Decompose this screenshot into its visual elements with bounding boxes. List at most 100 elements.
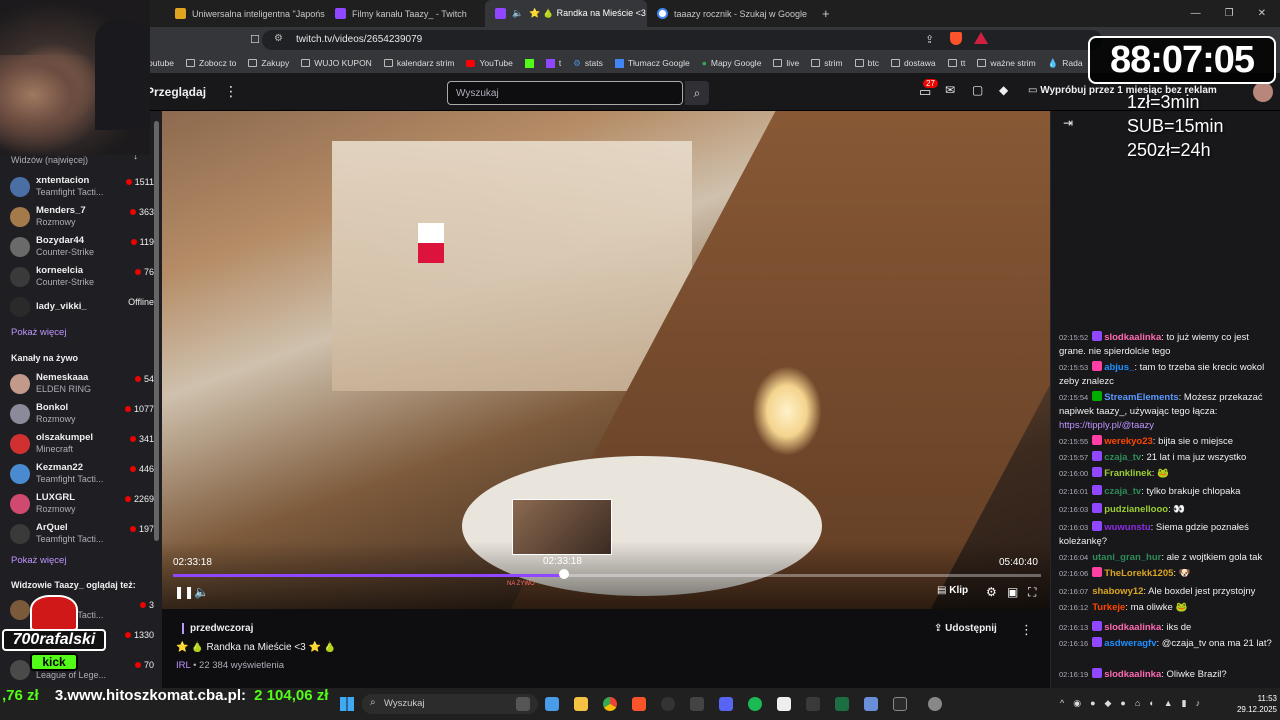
chrome-icon[interactable] <box>603 697 617 711</box>
bookmark-item[interactable]: dostawa <box>890 58 936 68</box>
bookmark-item[interactable]: live <box>773 58 799 68</box>
collapse-chat-icon[interactable]: ⇥ <box>1063 116 1073 130</box>
chat-username[interactable]: Turkeje <box>1092 602 1125 613</box>
browser-tab-2[interactable]: Filmy kanału Taazy_ - Twitch <box>325 0 485 27</box>
chat-username[interactable]: asdweragfv <box>1104 638 1156 649</box>
bookmark-item[interactable]: Zakupy <box>248 58 289 68</box>
chat-username[interactable]: shabowy12 <box>1092 586 1143 597</box>
chat-username[interactable]: StreamElements <box>1104 392 1178 403</box>
mail-icon[interactable]: ✉ <box>945 83 955 97</box>
bookmark-item[interactable]: Zobocz to <box>186 58 236 68</box>
app-icon[interactable] <box>690 697 704 711</box>
chat-username[interactable]: werekyo23 <box>1104 436 1153 447</box>
category-link[interactable]: IRL <box>176 660 190 671</box>
app-icon[interactable] <box>777 697 791 711</box>
discord-icon[interactable] <box>719 697 733 711</box>
pause-icon[interactable]: ❚❚ <box>174 585 194 599</box>
sidebar-scrollbar[interactable] <box>154 121 159 541</box>
sidebar-channel[interactable]: ArQuel Teamfight Tacti... 197 <box>8 520 154 548</box>
chat-username[interactable]: TheLorekk1205 <box>1104 568 1173 579</box>
settings-icon[interactable]: ⚙ <box>986 585 997 599</box>
browser-tab-active[interactable]: 🔈⭐️ 🍐 Randka na Mieście <3 🌓✕ <box>485 0 647 27</box>
brave-icon[interactable] <box>632 697 646 711</box>
seek-bar[interactable] <box>173 574 1041 577</box>
bookmark-item[interactable]: strim <box>811 58 843 68</box>
show-more-followed[interactable]: Pokaż więcej <box>11 327 66 338</box>
app-icon[interactable] <box>864 697 878 711</box>
chat-username[interactable]: pudzianellooo <box>1104 504 1168 515</box>
settings-icon[interactable] <box>928 697 942 711</box>
maximize-icon[interactable]: ❐ <box>1225 8 1234 19</box>
share-button[interactable]: ⇪ Udostępnij <box>934 623 997 634</box>
chat-username[interactable]: abjus_ <box>1104 362 1134 373</box>
more-menu-icon[interactable]: ⋮ <box>224 83 238 100</box>
bookmark-item[interactable] <box>524 58 534 68</box>
sidebar-channel[interactable]: korneelcia Counter-Strike 76 <box>8 263 154 291</box>
bookmark-item[interactable]: 💧 Rada <box>1048 58 1083 69</box>
window-close-icon[interactable]: ✕ <box>1258 8 1266 19</box>
file-explorer-icon[interactable] <box>574 697 588 711</box>
search-icon[interactable]: ⌕ <box>685 81 709 105</box>
bookmark-item[interactable]: YouTube <box>466 58 513 68</box>
sidebar-channel[interactable]: lady_vikki_ Offline <box>8 293 154 321</box>
clip-button[interactable]: ▤ Klip <box>937 585 968 596</box>
chat-username[interactable]: utani_gran_hur <box>1092 552 1161 563</box>
obs-icon[interactable] <box>661 697 675 711</box>
browser-tab-1[interactable]: Uniwersalna inteligentna "Japońska" <box>165 0 325 27</box>
new-tab-button[interactable]: + <box>812 0 840 27</box>
bookmark-item[interactable]: t <box>545 58 561 68</box>
more-options-icon[interactable]: ⋮ <box>1020 622 1033 638</box>
bookmark-icon[interactable]: ☐ <box>250 33 260 46</box>
speaker-icon[interactable]: 🔈 <box>512 8 523 19</box>
browse-link[interactable]: Przeglądaj <box>146 85 206 99</box>
app-icon[interactable] <box>806 697 820 711</box>
task-view-icon[interactable] <box>516 697 530 711</box>
chat-username[interactable]: slodkaalinka <box>1104 622 1161 633</box>
minimize-icon[interactable]: — <box>1191 8 1201 19</box>
bookmark-item[interactable]: tt <box>947 58 965 68</box>
chat-username[interactable]: slodkaalinka <box>1104 669 1161 680</box>
theatre-mode-icon[interactable]: ▣ <box>1007 585 1018 599</box>
bookmark-item[interactable]: ● Mapy Google <box>702 58 762 68</box>
sidebar-channel[interactable]: Nemeskaaa ELDEN RING 54 <box>8 370 154 398</box>
browser-tab-4[interactable]: taaazy rocznik - Szukaj w Google✕ <box>647 0 812 27</box>
brave-rewards-icon[interactable] <box>974 32 988 44</box>
chat-username[interactable]: czaja_tv <box>1104 486 1141 497</box>
sidebar-channel[interactable]: Bozydar44 Counter-Strike 119 <box>8 233 154 261</box>
whispers-icon[interactable]: ▢ <box>972 83 983 97</box>
chat-username[interactable]: Franklinek <box>1104 468 1152 479</box>
system-tray[interactable]: ^◉●◆●⌂◐▲▮♪ <box>1060 698 1209 709</box>
sidebar-channel[interactable]: Kezman22 Teamfight Tacti... 446 <box>8 460 154 488</box>
taskbar-search[interactable]: ⌕ Wyszukaj <box>362 694 538 714</box>
app-icon[interactable] <box>893 697 907 711</box>
search-input[interactable]: Wyszukaj <box>447 81 683 105</box>
bookmark-item[interactable]: kalendarz strim <box>383 58 454 68</box>
show-more-live[interactable]: Pokaż więcej <box>11 555 66 566</box>
sidebar-channel[interactable]: Menders_7 Rozmowy 363 <box>8 203 154 231</box>
sidebar-channel[interactable]: Bonkol Rozmowy 1077 <box>8 400 154 428</box>
brave-shield-icon[interactable] <box>950 32 962 45</box>
bookmark-item[interactable]: Tłumacz Google <box>614 58 690 68</box>
windows-start-icon[interactable] <box>340 697 354 711</box>
volume-icon[interactable]: 🔈 <box>194 585 209 599</box>
sidebar-channel[interactable]: LUXGRL Rozmowy 2269 <box>8 490 154 518</box>
fullscreen-icon[interactable]: ⛶ <box>1028 585 1036 600</box>
bookmark-item[interactable]: ważne strim <box>977 58 1036 68</box>
site-info-icon[interactable]: ⚙ <box>274 33 283 44</box>
spotify-icon[interactable] <box>748 697 762 711</box>
excel-icon[interactable] <box>835 697 849 711</box>
sidebar-channel[interactable]: olszakumpel Minecraft 341 <box>8 430 154 458</box>
share-page-icon[interactable]: ⇪ <box>925 33 934 46</box>
video-player[interactable]: 02:33:18 02:33:18 05:40:40 NA ŻYWO ❚❚ 🔈 … <box>162 111 1050 609</box>
widgets-icon[interactable] <box>545 697 559 711</box>
chat-username[interactable]: slodkaalinka <box>1104 332 1161 343</box>
chat-username[interactable]: wuwunstu <box>1104 522 1150 533</box>
chat-username[interactable]: czaja_tv <box>1104 452 1141 463</box>
bookmark-item[interactable]: btc <box>854 58 879 68</box>
bookmark-item[interactable]: outube <box>148 58 174 68</box>
system-clock[interactable]: 11:53 29.12.2025 <box>1225 693 1277 715</box>
bookmark-item[interactable]: WUJO KUPON <box>301 58 372 68</box>
chat-link[interactable]: https://tipply.pl/@taazy <box>1059 420 1154 431</box>
bookmark-item[interactable]: ⚙ stats <box>573 58 603 69</box>
bits-icon[interactable]: ◆ <box>999 83 1008 97</box>
